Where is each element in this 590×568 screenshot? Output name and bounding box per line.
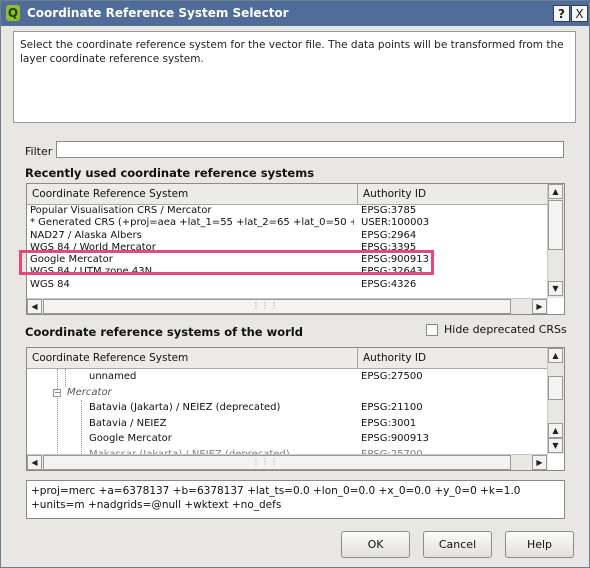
tree-item[interactable]: unnamed EPSG:27500 <box>27 369 548 385</box>
scroll-down-icon[interactable]: ▼ <box>548 438 563 453</box>
crs-name: * Generated CRS (+proj=aea +lat_1=55 +la… <box>30 217 354 229</box>
scroll-down-icon[interactable]: ▼ <box>548 281 563 296</box>
scroll-thumb[interactable] <box>548 376 563 400</box>
column-header-crs[interactable]: Coordinate Reference System <box>27 348 358 369</box>
world-crs-heading: Coordinate reference systems of the worl… <box>25 325 303 339</box>
vertical-scrollbar[interactable]: ▲ ▼ <box>547 184 564 298</box>
group-name: Mercator <box>67 386 112 398</box>
scroll-right-icon[interactable]: ▶ <box>532 455 547 470</box>
cancel-button[interactable]: Cancel <box>423 531 492 558</box>
crs-name: WGS 84 <box>30 278 70 290</box>
scroll-up-icon[interactable]: ▲ <box>548 423 563 438</box>
proj-string-text: +proj=merc +a=6378137 +b=6378137 +lat_ts… <box>26 480 565 519</box>
scroll-grip-icon: ⋮⋮⋮ <box>252 457 279 466</box>
column-header-authority[interactable]: Authority ID <box>358 348 548 369</box>
scroll-up-icon[interactable]: ▲ <box>548 184 563 199</box>
help-button[interactable]: Help <box>505 531 574 558</box>
hide-deprecated-label: Hide deprecated CRSs <box>444 323 567 336</box>
authority-id: EPSG:27500 <box>361 371 423 382</box>
crs-name: Batavia (Jakarta) / NEIEZ (deprecated) <box>89 402 281 413</box>
help-title-button[interactable]: ? <box>553 5 570 22</box>
description-text: Select the coordinate reference system f… <box>13 31 576 123</box>
title-bar[interactable]: Q Coordinate Reference System Selector ?… <box>1 1 589 26</box>
window-title: Coordinate Reference System Selector <box>27 6 289 20</box>
authority-id: USER:100003 <box>361 217 430 229</box>
column-header-authority[interactable]: Authority ID <box>358 184 548 205</box>
filter-label: Filter <box>25 145 53 158</box>
scroll-right-icon[interactable]: ▶ <box>532 299 547 314</box>
crs-name: NAD27 / Alaska Albers <box>30 229 142 241</box>
scroll-left-icon[interactable]: ◀ <box>27 455 42 470</box>
authority-id: EPSG:4326 <box>361 278 417 290</box>
column-header-crs[interactable]: Coordinate Reference System <box>27 184 358 205</box>
ok-button[interactable]: OK <box>341 531 410 558</box>
authority-id: EPSG:2964 <box>361 229 417 241</box>
list-item[interactable]: * Generated CRS (+proj=aea +lat_1=55 +la… <box>27 217 548 229</box>
close-button[interactable]: X <box>571 5 588 22</box>
authority-id: EPSG:3785 <box>361 205 417 216</box>
tree-item[interactable]: Batavia / NEIEZ EPSG:3001 <box>27 416 548 432</box>
tree-item-selected[interactable]: Google Mercator EPSG:900913 <box>27 431 548 447</box>
crs-name: Batavia / NEIEZ <box>89 417 167 429</box>
tree-item[interactable]: Batavia (Jakarta) / NEIEZ (deprecated) EP… <box>27 400 548 416</box>
authority-id: EPSG:21100 <box>361 402 423 413</box>
scroll-left-icon[interactable]: ◀ <box>27 299 42 314</box>
qgis-logo-icon: Q <box>6 5 20 21</box>
filter-input[interactable] <box>56 141 564 158</box>
scroll-thumb[interactable] <box>548 200 563 250</box>
world-crs-tree[interactable]: Coordinate Reference System Authority ID… <box>26 347 565 471</box>
crs-name: unnamed <box>89 371 137 382</box>
scroll-up-icon[interactable]: ▲ <box>548 348 563 363</box>
tree-group-mercator[interactable]: − Mercator <box>27 385 548 401</box>
recent-crs-list[interactable]: Coordinate Reference System Authority ID… <box>26 183 565 315</box>
horizontal-scrollbar[interactable]: ◀ ⋮⋮⋮ ▶ <box>27 298 548 314</box>
crs-name: Google Mercator <box>89 433 172 444</box>
crs-name: Popular Visualisation CRS / Mercator <box>30 205 212 216</box>
collapse-icon[interactable]: − <box>53 388 61 397</box>
horizontal-scrollbar[interactable]: ◀ ⋮⋮⋮ ▶ <box>27 454 548 470</box>
checkbox-icon[interactable] <box>426 324 438 336</box>
recent-crs-heading: Recently used coordinate reference syste… <box>25 166 315 180</box>
list-item[interactable]: WGS 84 EPSG:4326 <box>27 279 548 291</box>
crs-selector-dialog: Q Coordinate Reference System Selector ?… <box>0 0 590 568</box>
vertical-scrollbar[interactable]: ▲ ▲ ▼ <box>547 348 564 454</box>
selection-highlight-annotation <box>19 250 434 275</box>
authority-id: EPSG:3001 <box>361 417 417 429</box>
authority-id: EPSG:900913 <box>361 433 429 444</box>
list-item[interactable]: NAD27 / Alaska Albers EPSG:2964 <box>27 230 548 242</box>
scroll-grip-icon: ⋮⋮⋮ <box>252 301 279 310</box>
list-item[interactable]: Popular Visualisation CRS / Mercator EPSG… <box>27 205 548 217</box>
